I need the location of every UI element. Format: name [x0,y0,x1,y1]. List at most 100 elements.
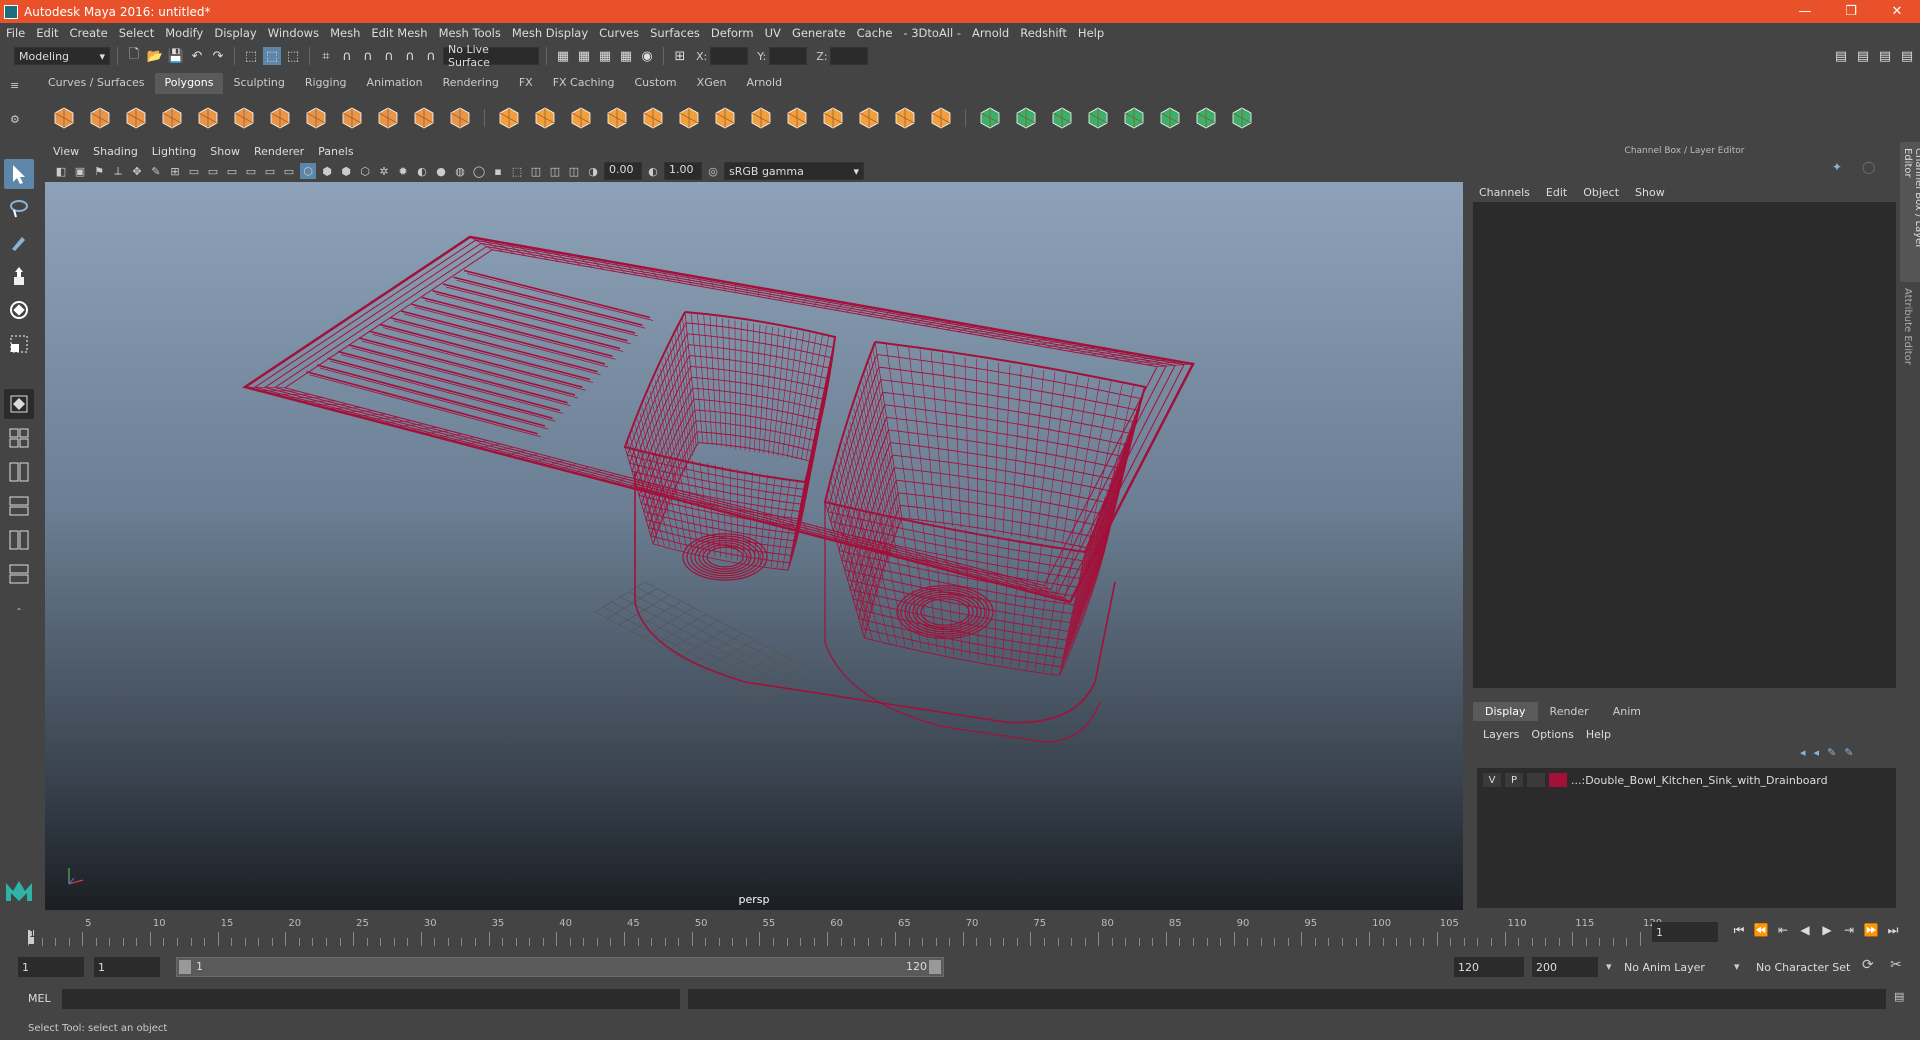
poly-bridge-icon[interactable] [781,102,813,134]
poly-sphere-icon[interactable] [48,102,80,134]
open-scene-icon[interactable]: 📂 [146,47,164,65]
playback-start-field[interactable]: 1 [94,957,160,977]
menu-windows[interactable]: Windows [268,26,319,40]
render-current-icon[interactable]: ▦ [575,47,593,65]
menu-select[interactable]: Select [119,26,154,40]
poly-prism-icon[interactable] [264,102,296,134]
layer-visibility-toggle[interactable]: V [1483,773,1501,787]
maximize-button[interactable]: ❐ [1828,4,1874,19]
move-layer-down-icon[interactable]: ◂ [1814,746,1820,759]
poly-helix-icon[interactable] [372,102,404,134]
menu-mesh[interactable]: Mesh [330,26,360,40]
new-layer-selected-icon[interactable]: ✎ [1844,746,1853,759]
layer-display-type[interactable] [1527,773,1545,787]
chevron-down-icon[interactable]: ▾ [1734,960,1740,973]
snap-view-icon[interactable]: ∩ [380,47,398,65]
layer-row[interactable]: V P ...:Double_Bowl_Kitchen_Sink_with_Dr… [1477,771,1896,789]
mel-input[interactable] [62,989,680,1009]
viewport-menu-panels[interactable]: Panels [318,145,353,158]
shelf-tab-curves-surfaces[interactable]: Curves / Surfaces [38,73,155,94]
anim-layer-dropdown[interactable]: No Anim Layer [1624,961,1705,974]
menu-arnold[interactable]: Arnold [972,26,1009,40]
lasso-tool-icon[interactable] [4,193,34,223]
viewport-menu-show[interactable]: Show [210,145,240,158]
snap-grid-icon[interactable]: ⌗ [317,47,335,65]
new-scene-icon[interactable]: 🗋 [125,47,143,65]
paint-select-tool-icon[interactable] [4,227,34,257]
poly-automatic-map-icon[interactable] [1082,102,1114,134]
channel-box-side-tab[interactable]: Channel Box / Layer Editor [1900,142,1920,282]
snap-curve-icon[interactable]: ∩ [338,47,356,65]
select-camera-icon[interactable]: ◧ [53,163,69,179]
go-to-start-icon[interactable]: ⏮ [1728,920,1750,940]
shelf-tab-rendering[interactable]: Rendering [433,73,509,94]
range-start-handle[interactable] [179,960,191,974]
exposure-field[interactable]: 0.00 [604,162,642,180]
depth-of-field-icon[interactable]: ▪ [490,163,506,179]
smooth-shade-icon[interactable]: ⬢ [319,163,335,179]
menu-surfaces[interactable]: Surfaces [650,26,700,40]
step-forward-key-icon[interactable]: ⏩ [1860,920,1882,940]
isolate-select-icon[interactable]: ⬚ [509,163,525,179]
poly-sew-uv-icon[interactable] [1154,102,1186,134]
poly-bool-icon[interactable] [601,102,633,134]
channel-box-menu-show[interactable]: Show [1635,186,1665,199]
move-tool-icon[interactable] [4,261,34,291]
z-field[interactable] [830,47,869,65]
mode-selector[interactable]: Modeling ▾ [14,47,110,65]
poly-uv-editor-icon[interactable] [1010,102,1042,134]
attribute-editor-side-tab[interactable]: Attribute Editor [1900,282,1915,371]
side-by-side-layout-icon[interactable] [4,457,34,487]
use-all-lights-icon[interactable]: ✹ [395,163,411,179]
camera-attributes-icon[interactable]: ▣ [72,163,88,179]
safe-action-icon[interactable]: ▭ [262,163,278,179]
image-plane-icon[interactable]: ⟂ [110,163,126,179]
ipr-render-icon[interactable]: ▦ [596,47,614,65]
viewport-menu-lighting[interactable]: Lighting [152,145,196,158]
menu-help[interactable]: Help [1078,26,1104,40]
layer-menu-options[interactable]: Options [1531,728,1573,741]
channel-box-menu-channels[interactable]: Channels [1479,186,1530,199]
field-chart-icon[interactable]: ▭ [243,163,259,179]
poly-soccer-ball-icon[interactable] [408,102,440,134]
poly-multi-cut-icon[interactable] [889,102,921,134]
channel-box-toggle-icon[interactable]: ▤ [1898,47,1916,65]
layout-options-icon[interactable]: - [4,593,34,623]
menu-mesh-tools[interactable]: Mesh Tools [439,26,501,40]
viewport-menu-view[interactable]: View [53,145,79,158]
shelf-tab-rigging[interactable]: Rigging [295,73,357,94]
poly-cut-uv-icon[interactable] [1118,102,1150,134]
snap-point-icon[interactable]: ∩ [359,47,377,65]
select-hierarchy-icon[interactable]: ⬚ [242,47,260,65]
shelf-settings-icon[interactable]: ⚙ [10,113,20,126]
select-tool-icon[interactable] [4,159,34,189]
color-management-icon[interactable]: ◎ [705,163,721,179]
poly-plane-icon[interactable] [192,102,224,134]
poly-torus-icon[interactable] [228,102,260,134]
menu-edit-mesh[interactable]: Edit Mesh [371,26,427,40]
play-backward-icon[interactable]: ◀ [1794,920,1816,940]
render-view-icon[interactable]: ▦ [554,47,572,65]
menu-uv[interactable]: UV [765,26,781,40]
exposure-icon[interactable]: ◑ [585,163,601,179]
poly-cylinder-icon[interactable] [120,102,152,134]
menu-create[interactable]: Create [70,26,108,40]
minimize-button[interactable]: — [1782,4,1828,19]
menu-mesh-display[interactable]: Mesh Display [512,26,588,40]
poly-separate-icon[interactable] [529,102,561,134]
menu-cache[interactable]: Cache [857,26,893,40]
poly-average-icon[interactable] [673,102,705,134]
menu-display[interactable]: Display [214,26,256,40]
layer-color-swatch[interactable] [1549,773,1567,787]
anim-end-field[interactable]: 200 [1532,957,1598,977]
viewport-menu-shading[interactable]: Shading [93,145,138,158]
poly-cone-icon[interactable] [156,102,188,134]
x-field[interactable] [710,47,749,65]
rotate-tool-icon[interactable] [4,295,34,325]
script-editor-icon[interactable]: ▤ [1894,990,1904,1003]
y-field[interactable] [769,47,808,65]
shelf-tab-xgen[interactable]: XGen [687,73,737,94]
range-bar[interactable] [176,957,944,977]
gamma-field[interactable]: 1.00 [664,162,702,180]
anim-start-field[interactable]: 1 [18,957,84,977]
